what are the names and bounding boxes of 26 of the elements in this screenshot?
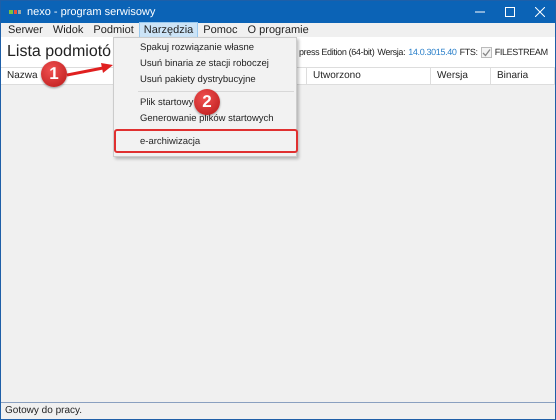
menu-item[interactable]: Widok: [48, 22, 88, 38]
status-bar: Gotowy do pracy.: [1, 402, 555, 419]
menu-item[interactable]: Spakuj rozwiązanie własne: [140, 40, 254, 56]
menu-item[interactable]: Podmiot: [88, 22, 139, 38]
menu-item[interactable]: e-archiwizacja: [140, 134, 200, 150]
column-header[interactable]: Utworzono: [307, 68, 431, 84]
fts-label: FTS:: [460, 47, 478, 57]
menu-item[interactable]: Pomoc: [198, 22, 243, 38]
column-header[interactable]: Binaria: [491, 68, 555, 84]
pointer-arrow: [67, 63, 113, 77]
version-value: 14.0.3015.40: [408, 47, 457, 57]
window-title: nexo - program serwisowy: [27, 6, 156, 18]
version-label: Wersja:: [377, 47, 406, 57]
maximize-icon: [505, 7, 515, 17]
column-header[interactable]: Wersja: [431, 68, 491, 84]
menu-item[interactable]: Usuń pakiety dystrybucyjne: [140, 72, 256, 88]
menu-item[interactable]: O programie: [242, 22, 314, 38]
edition-text: press Edition (64-bit): [299, 47, 374, 57]
close-icon: [535, 7, 545, 17]
app-icon: [9, 8, 21, 16]
menu-item[interactable]: Narzędzia: [138, 22, 198, 38]
menu-item[interactable]: Usuń binaria ze stacji roboczej: [140, 56, 269, 72]
menu-item[interactable]: Plik startowy: [140, 95, 194, 111]
filestream-label: FILESTREAM: [494, 47, 548, 57]
menu-item[interactable]: Serwer: [3, 22, 48, 38]
page-heading: Lista podmiotó: [7, 43, 112, 60]
